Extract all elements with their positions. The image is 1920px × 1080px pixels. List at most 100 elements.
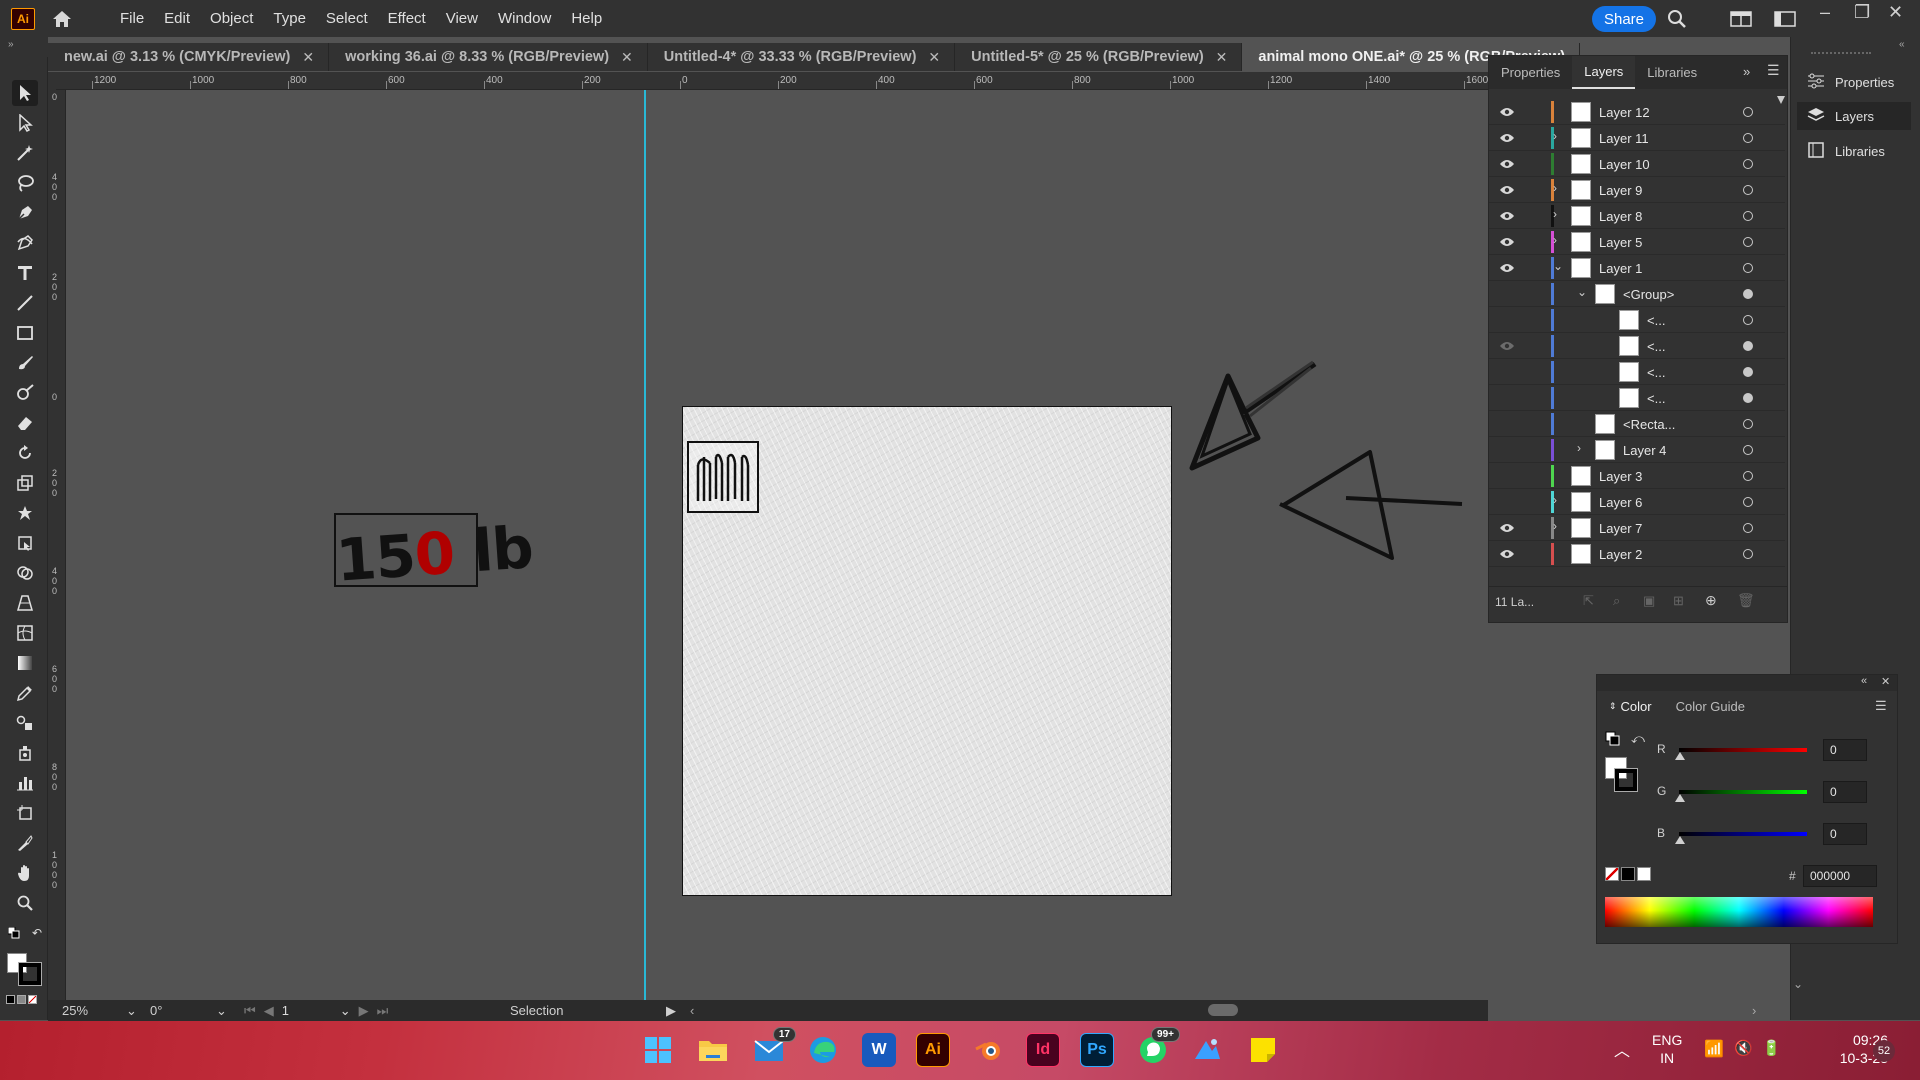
battery-icon[interactable]: 🔋	[1762, 1039, 1781, 1057]
lasso-tool-icon[interactable]	[12, 170, 38, 196]
trash-icon[interactable]: 🗑	[1737, 592, 1755, 609]
tab-color-guide[interactable]: Color Guide	[1664, 691, 1757, 721]
rotate-tool-icon[interactable]	[12, 440, 38, 466]
target-icon[interactable]	[1743, 497, 1753, 507]
home-icon[interactable]	[50, 8, 74, 30]
eye-icon[interactable]	[1499, 105, 1515, 117]
last-artboard-icon[interactable]: ⏭	[377, 1003, 389, 1019]
black-swatch[interactable]	[1621, 867, 1635, 881]
scroll-left-icon[interactable]: ‹	[690, 1002, 694, 1019]
restore-icon[interactable]: ❐	[1854, 2, 1870, 23]
mesh-tool-icon[interactable]	[12, 620, 38, 646]
target-icon[interactable]	[1743, 159, 1753, 169]
layer-row[interactable]: Layer 2	[1489, 541, 1785, 567]
b-knob[interactable]	[1675, 836, 1685, 844]
tab-layers[interactable]: Layers	[1572, 56, 1636, 89]
photoshop-icon[interactable]: Ps	[1080, 1033, 1114, 1067]
photos-icon[interactable]	[1190, 1033, 1224, 1067]
layer-row[interactable]: <...	[1489, 359, 1785, 385]
notification-badge[interactable]: 52	[1873, 1040, 1895, 1062]
target-icon[interactable]	[1743, 237, 1753, 247]
panel-menu-icon[interactable]: ☰	[1875, 698, 1887, 714]
layer-row[interactable]: › Layer 6	[1489, 489, 1785, 515]
volume-muted-icon[interactable]: 🔇	[1734, 1039, 1753, 1057]
blend-tool-icon[interactable]	[12, 710, 38, 736]
language-indicator[interactable]: ENG IN	[1652, 1031, 1682, 1067]
magic-wand-tool-icon[interactable]	[12, 140, 38, 166]
layer-row[interactable]: › Layer 11	[1489, 125, 1785, 151]
free-transform-tool-icon[interactable]	[12, 530, 38, 556]
pen-tool-icon[interactable]	[12, 200, 38, 226]
paintbrush-tool-icon[interactable]	[12, 350, 38, 376]
target-icon[interactable]	[1743, 133, 1753, 143]
none-mode-icon[interactable]	[28, 995, 37, 1004]
artboard-tool-icon[interactable]	[12, 800, 38, 826]
eyedropper-tool-icon[interactable]	[12, 680, 38, 706]
expand-arrow-icon[interactable]: ›	[1553, 129, 1557, 143]
layer-row[interactable]: › Layer 5	[1489, 229, 1785, 255]
menu-object[interactable]: Object	[200, 10, 263, 27]
target-icon[interactable]	[1743, 549, 1753, 559]
scroll-right-icon[interactable]: ›	[1752, 1002, 1756, 1019]
b-slider[interactable]: B 0	[1657, 823, 1887, 845]
play-icon[interactable]: ▶	[666, 1002, 676, 1019]
line-tool-icon[interactable]	[12, 290, 38, 316]
target-icon[interactable]	[1743, 315, 1753, 325]
menu-window[interactable]: Window	[488, 10, 561, 27]
blender-icon[interactable]	[972, 1033, 1006, 1067]
arrange-documents-icon[interactable]	[1774, 9, 1796, 29]
layer-row[interactable]: › Layer 8	[1489, 203, 1785, 229]
hand-tool-icon[interactable]	[12, 860, 38, 886]
expand-arrow-icon[interactable]: ⌄	[1553, 259, 1563, 273]
collapse-panel-icon[interactable]: »	[1743, 64, 1750, 79]
eye-icon[interactable]	[1499, 547, 1515, 559]
default-colors-icon[interactable]	[1605, 731, 1621, 747]
puppet-warp-tool-icon[interactable]	[12, 500, 38, 526]
tab-properties[interactable]: Properties	[1489, 56, 1572, 89]
stroke-swatch[interactable]	[1614, 768, 1638, 792]
b-track[interactable]	[1679, 832, 1807, 836]
dock-grip[interactable]	[1811, 52, 1871, 54]
indesign-icon[interactable]: Id	[1026, 1033, 1060, 1067]
collapse-dock-icon[interactable]: «	[1899, 39, 1905, 50]
menu-type[interactable]: Type	[263, 10, 316, 27]
layer-row[interactable]: › Layer 7	[1489, 515, 1785, 541]
r-value-field[interactable]: 0	[1823, 739, 1867, 761]
eye-icon[interactable]	[1499, 235, 1515, 247]
panel-menu-icon[interactable]: ☰	[1767, 62, 1780, 79]
color-mode-icon[interactable]	[6, 995, 15, 1004]
gradient-mode-icon[interactable]	[17, 995, 26, 1004]
menu-edit[interactable]: Edit	[154, 10, 200, 27]
eye-icon[interactable]	[1499, 157, 1515, 169]
layer-row[interactable]: <Recta...	[1489, 411, 1785, 437]
color-spectrum[interactable]	[1605, 897, 1873, 927]
none-swatch[interactable]	[1605, 867, 1619, 881]
target-icon[interactable]	[1743, 289, 1753, 299]
file-explorer-icon[interactable]	[696, 1033, 730, 1067]
layer-row[interactable]: <...	[1489, 307, 1785, 333]
eye-icon[interactable]	[1499, 209, 1515, 221]
export-icon[interactable]: ⇱	[1583, 593, 1594, 609]
menu-file[interactable]: File	[110, 10, 154, 27]
sticky-notes-icon[interactable]	[1246, 1033, 1280, 1067]
scroll-up-icon[interactable]	[1777, 96, 1785, 104]
slice-tool-icon[interactable]	[12, 830, 38, 856]
prev-artboard-icon[interactable]: ◀	[264, 1003, 274, 1019]
dock-properties[interactable]: Properties	[1797, 68, 1911, 96]
b-value-field[interactable]: 0	[1823, 823, 1867, 845]
target-icon[interactable]	[1743, 185, 1753, 195]
artboard[interactable]	[682, 406, 1172, 896]
g-track[interactable]	[1679, 790, 1807, 794]
zoom-tool-icon[interactable]	[12, 890, 38, 916]
layer-row[interactable]: <...	[1489, 333, 1785, 359]
layer-row[interactable]: › Layer 9	[1489, 177, 1785, 203]
clipping-mask-icon[interactable]: ▣	[1643, 593, 1655, 609]
expand-arrow-icon[interactable]: ›	[1553, 207, 1557, 221]
stroke-swatch[interactable]	[18, 962, 42, 986]
target-icon[interactable]	[1743, 341, 1753, 351]
target-icon[interactable]	[1743, 263, 1753, 273]
shaper-tool-icon[interactable]	[12, 380, 38, 406]
target-icon[interactable]	[1743, 419, 1753, 429]
expand-arrow-icon[interactable]: ›	[1553, 519, 1557, 533]
locate-object-icon[interactable]: ⌕	[1613, 593, 1620, 609]
